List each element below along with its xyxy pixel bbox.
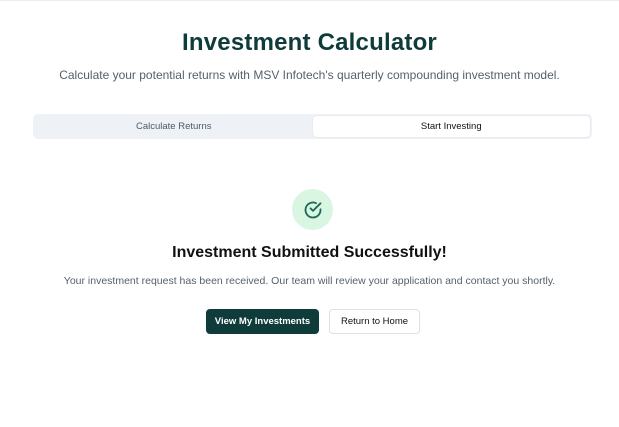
tab-calculate-returns[interactable]: Calculate Returns bbox=[35, 116, 313, 137]
tab-bar: Calculate Returns Start Investing bbox=[33, 114, 592, 139]
success-title: Investment Submitted Successfully! bbox=[172, 244, 447, 261]
success-message: Your investment request has been receive… bbox=[63, 275, 556, 287]
view-my-investments-button[interactable]: View My Investments bbox=[206, 309, 319, 334]
check-circle-icon bbox=[304, 201, 321, 218]
page: Investment Calculator Calculate your pot… bbox=[0, 0, 619, 427]
tab-start-investing[interactable]: Start Investing bbox=[312, 116, 590, 137]
return-to-home-button[interactable]: Return to Home bbox=[329, 309, 420, 334]
page-title: Investment Calculator bbox=[182, 29, 437, 56]
success-icon-badge bbox=[292, 189, 333, 230]
page-subtitle: Calculate your potential returns with MS… bbox=[59, 68, 560, 82]
